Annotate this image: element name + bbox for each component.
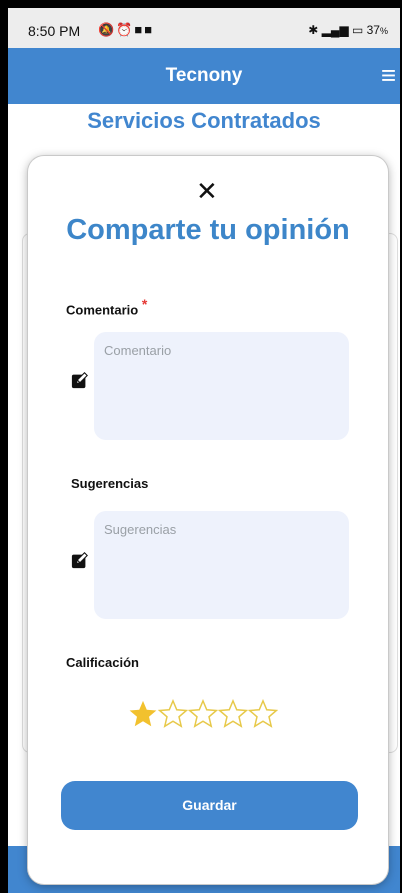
comment-label: Comentario * (66, 296, 147, 317)
edit-icon (71, 372, 88, 389)
suggestions-field[interactable]: Sugerencias (94, 511, 349, 619)
suggestions-label: Sugerencias (71, 476, 149, 491)
rating-label: Calificación (66, 655, 139, 670)
alarm-icon: ⏰ (116, 22, 135, 37)
silent-icon: 🔕 (98, 22, 117, 37)
signal-icon: ▂▄▆ (321, 23, 349, 37)
app-title: Tecnony (165, 65, 243, 86)
star-outline-icon[interactable] (218, 699, 248, 729)
star-outline-icon[interactable] (248, 699, 278, 729)
save-button[interactable]: Guardar (61, 781, 358, 830)
app-bar: Tecnony ≡ (8, 48, 400, 104)
close-icon[interactable]: ✕ (196, 178, 218, 204)
status-time: 8:50 PM (28, 23, 81, 39)
modal-title: Comparte tu opinión (66, 214, 350, 246)
star-outline-icon[interactable] (158, 699, 188, 729)
screen: 8:50 PM 🔕⏰■■ ✱ ▂▄▆ ▭ 37% Tecnony ≡ Servi… (8, 8, 400, 893)
comment-field[interactable]: Comentario (94, 332, 349, 440)
notification-icons: 🔕⏰■■ (98, 22, 154, 38)
menu-icon[interactable]: ≡ (381, 60, 396, 91)
battery-percent-sign: % (379, 26, 388, 36)
system-icons: ✱ ▂▄▆ ▭ 37% (308, 23, 388, 37)
battery-icon: ▭ (351, 23, 364, 37)
bluetooth-icon: ✱ (308, 23, 319, 37)
status-bar: 8:50 PM 🔕⏰■■ ✱ ▂▄▆ ▭ 37% (8, 8, 400, 48)
page-title: Servicios Contratados (87, 108, 321, 133)
comment-placeholder: Comentario (104, 343, 172, 358)
app-icon: ■ (144, 22, 155, 37)
star-outline-icon[interactable] (188, 699, 218, 729)
star-rating (128, 699, 278, 729)
comment-label-text: Comentario (66, 302, 139, 318)
suggestions-placeholder: Sugerencias (104, 522, 177, 537)
feedback-modal: ✕ Comparte tu opinión Comentario * Comen… (28, 156, 388, 884)
edit-icon (71, 552, 88, 569)
battery-level: 37 (366, 23, 380, 37)
star-filled-icon[interactable] (128, 699, 158, 729)
required-mark: * (141, 296, 148, 312)
app-icon: ■ (134, 22, 145, 37)
